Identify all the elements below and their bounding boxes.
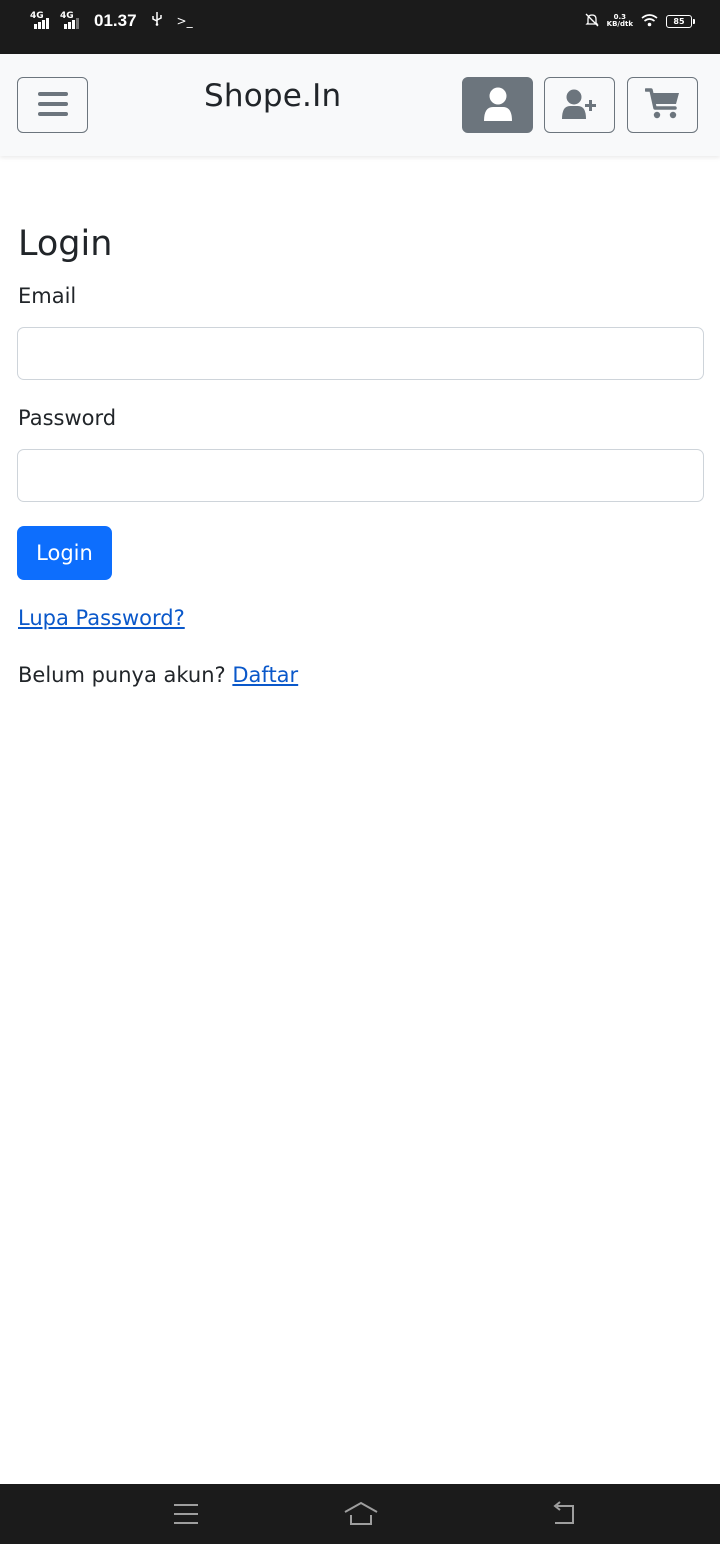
cart-button[interactable]: [627, 77, 698, 133]
forgot-password-link[interactable]: Lupa Password?: [18, 606, 185, 630]
system-navigation-bar: [0, 1484, 720, 1544]
register-button[interactable]: [544, 77, 615, 133]
navbar: Shope.In: [0, 54, 720, 156]
recent-apps-icon[interactable]: [171, 1500, 201, 1528]
register-prompt: Belum punya akun? Daftar: [18, 663, 298, 687]
password-label: Password: [18, 406, 117, 430]
home-icon[interactable]: [344, 1500, 378, 1528]
email-field[interactable]: [17, 327, 704, 380]
email-label: Email: [18, 284, 77, 308]
status-bar: 4G 4G 01.37 >_ 0.3 KB/dtk 85: [0, 0, 720, 54]
usb-icon: [151, 12, 163, 30]
user-plus-icon: [561, 89, 598, 122]
status-left: 4G 4G 01.37 >_: [30, 10, 193, 32]
signal-icon: 4G: [30, 12, 54, 30]
back-icon[interactable]: [549, 1500, 579, 1528]
wifi-icon: [641, 12, 658, 31]
network-speed: 0.3 KB/dtk: [607, 14, 633, 28]
terminal-icon: >_: [176, 14, 193, 28]
hamburger-menu-icon: [37, 90, 69, 121]
battery-level: 85: [673, 16, 685, 26]
password-field[interactable]: [17, 449, 704, 502]
signal-icon-2: 4G: [60, 12, 84, 30]
brand-title[interactable]: Shope.In: [204, 78, 341, 114]
user-icon: [483, 87, 513, 124]
shopping-cart-icon: [643, 87, 681, 123]
login-button[interactable]: Login: [17, 526, 112, 580]
page-title: Login: [18, 224, 113, 264]
status-right: 0.3 KB/dtk 85: [585, 12, 695, 31]
no-account-text: Belum punya akun?: [18, 663, 226, 687]
account-button[interactable]: [462, 77, 533, 133]
mute-icon: [585, 12, 599, 31]
menu-toggle-button[interactable]: [17, 77, 88, 133]
battery-icon: 85: [666, 14, 695, 28]
clock: 01.37: [94, 11, 137, 30]
register-link[interactable]: Daftar: [232, 663, 298, 687]
speed-unit: KB/dtk: [606, 20, 633, 28]
